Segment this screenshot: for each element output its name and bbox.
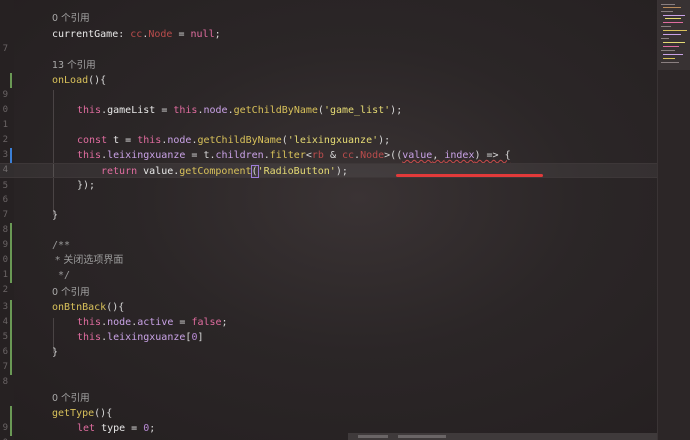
scrollbar-thumb[interactable] [358, 435, 388, 438]
minimap-line [661, 4, 675, 5]
code-line: 0 [0, 88, 658, 115]
code-line: 0 /** [0, 238, 658, 265]
code-line: 4 this.leixingxuanze = t.children.filter… [0, 148, 658, 175]
doc-comment: /** [52, 240, 71, 251]
horizontal-scrollbar[interactable] [348, 433, 657, 440]
minimap-line [661, 62, 679, 63]
code-line: 6 }); [0, 178, 658, 205]
scrollbar-thumb[interactable] [398, 435, 446, 438]
code-text: onBtnBack(){ [52, 302, 125, 313]
codelens-references[interactable]: 0 个引用 [52, 391, 90, 406]
code-line: 6 this.leixingxuanze[0] [0, 330, 658, 357]
annotation-underline [396, 174, 543, 177]
change-marker [10, 148, 12, 163]
minimap-line [663, 34, 681, 35]
change-marker [10, 315, 12, 330]
minimap-line [663, 22, 683, 23]
minimap-line [663, 58, 675, 59]
minimap-line [661, 11, 673, 12]
code-line: 4 onBtnBack(){ [0, 300, 658, 327]
code-line: 13 个引用 [0, 58, 658, 73]
code-text: this.node.active = false; [77, 317, 228, 328]
line-number: 0 [0, 436, 8, 440]
minimap-line [663, 42, 685, 43]
code-line: 5 this.node.active = false; [0, 315, 658, 342]
code-line: 8 [0, 360, 658, 387]
code-line: 9 getType(){ [0, 406, 658, 433]
code-line: 9 onLoad(){ [0, 73, 658, 100]
code-line: 3 const t = this.node.getChildByName('le… [0, 133, 658, 160]
minimap-line [663, 46, 679, 47]
minimap-line [663, 15, 685, 16]
minimap[interactable] [657, 0, 690, 440]
change-marker [10, 330, 12, 345]
code-text: }); [77, 180, 96, 191]
code-line: 2 [0, 118, 658, 145]
codelens-references[interactable]: 13 个引用 [52, 58, 96, 73]
change-marker [10, 238, 12, 253]
code-text: this.leixingxuanze = t.children.filter<r… [77, 150, 511, 161]
code-line: 3 0 个引用 [0, 285, 658, 312]
line-number: 7 [2, 44, 8, 54]
code-text: getType(){ [52, 408, 113, 419]
code-text: this.leixingxuanze[0] [77, 332, 204, 343]
minimap-line [663, 30, 687, 31]
change-marker [10, 223, 12, 238]
code-line-current: 5 return value.getComponent('RadioButton… [0, 163, 658, 191]
code-line: 7 } [0, 345, 658, 372]
minimap-line [663, 54, 683, 55]
change-marker [10, 73, 12, 88]
minimap-line [661, 38, 669, 39]
change-marker [10, 268, 12, 283]
change-marker [10, 360, 12, 375]
change-marker [10, 345, 12, 360]
doc-comment: * 关闭选项界面 [52, 255, 124, 266]
code-text: onLoad(){ [52, 75, 107, 86]
code-text: } [52, 210, 59, 221]
code-line: 1 * 关闭选项界面 [0, 253, 658, 280]
code-line: 8 } [0, 208, 658, 235]
code-line: 9 [0, 223, 658, 250]
code-line: 7 currentGame: cc.Node = null; [0, 27, 658, 54]
change-marker [10, 406, 12, 421]
change-marker [10, 300, 12, 315]
minimap-line [663, 7, 681, 8]
code-text: this.gameList = this.node.getChildByName… [77, 105, 403, 116]
code-line: 0 个引用 [0, 391, 658, 406]
codelens-references[interactable]: 0 个引用 [52, 285, 90, 300]
doc-comment: */ [52, 270, 71, 281]
code-text: const t = this.node.getChildByName('leix… [77, 135, 391, 146]
change-marker [10, 253, 12, 268]
code-line: 1 this.gameList = this.node.getChildByNa… [0, 103, 658, 130]
codelens-references[interactable]: 0 个引用 [52, 11, 90, 26]
code-text: let type = 0; [77, 423, 156, 434]
code-line: 2 */ [0, 268, 658, 295]
minimap-line [665, 18, 681, 19]
code-text: } [52, 347, 59, 358]
code-line: 0 个引用 [0, 11, 658, 26]
change-marker [10, 421, 12, 436]
code-line: 7 [0, 193, 658, 220]
code-editor[interactable]: 0 个引用 7 currentGame: cc.Node = null; 13 … [0, 0, 690, 440]
minimap-line [661, 50, 675, 51]
code-text: return value.getComponent('RadioButton')… [101, 165, 348, 178]
minimap-line [661, 26, 671, 27]
code-text: currentGame: cc.Node = null; [52, 29, 221, 40]
